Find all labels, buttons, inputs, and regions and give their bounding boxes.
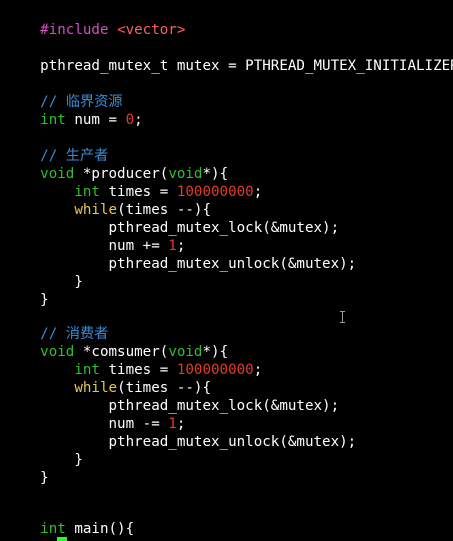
code-text: ; — [134, 112, 143, 128]
vim-editor-window[interactable]: #include <vector> pthread_mutex_t mutex … — [0, 0, 453, 541]
code-line-consumer-lock[interactable]: pthread_mutex_lock(&mutex); — [6, 379, 340, 414]
code-line-include[interactable]: #include <vector> — [6, 3, 185, 38]
code-text: pthread_mutex_unlock(&mutex); — [40, 434, 357, 450]
code-line-producer-while-close[interactable]: } — [6, 255, 83, 290]
code-line-comment-producer[interactable]: // 生产者 — [6, 129, 108, 164]
code-line-num-decl[interactable]: int num = 0; — [6, 93, 143, 128]
code-line-main-signature[interactable]: int main(){ — [6, 502, 134, 537]
code-line-comment-critical[interactable]: // 临界资源 — [6, 75, 122, 110]
code-line-consumer-unlock[interactable]: pthread_mutex_unlock(&mutex); — [6, 415, 357, 450]
code-line-producer-increment[interactable]: num += 1; — [6, 219, 186, 254]
number-literal: 0 — [125, 112, 135, 128]
code-text: num = — [65, 112, 126, 128]
code-text: main(){ — [65, 521, 135, 537]
code-text: ; — [253, 362, 263, 378]
code-line-producer-unlock[interactable]: pthread_mutex_unlock(&mutex); — [6, 237, 357, 272]
code-text: } — [40, 292, 49, 308]
code-line-producer-signature[interactable]: void *producer(void*){ — [6, 147, 228, 182]
code-text: } — [40, 470, 49, 486]
code-line-comment-consumer[interactable]: // 消费者 — [6, 307, 108, 342]
code-line-mutex-decl[interactable]: pthread_mutex_t mutex = PTHREAD_MUTEX_IN… — [6, 39, 453, 74]
code-line-producer-while[interactable]: while(times --){ — [6, 183, 211, 218]
code-line-producer-close[interactable]: } — [6, 273, 49, 308]
code-line-producer-times[interactable]: int times = 100000000; — [6, 165, 262, 200]
code-text: pthread_mutex_unlock(&mutex); — [40, 256, 357, 272]
type-keyword: int — [40, 112, 66, 128]
code-text: ; — [253, 184, 263, 200]
code-line-consumer-signature[interactable]: void *comsumer(void*){ — [6, 325, 228, 360]
include-header: <vector> — [117, 22, 186, 38]
code-line-consumer-decrement[interactable]: num -= 1; — [6, 397, 186, 432]
block-cursor — [57, 537, 68, 541]
vim-command-line[interactable]: :w — [6, 519, 68, 541]
preproc-directive: #include — [40, 22, 109, 38]
code-line-consumer-times[interactable]: int times = 100000000; — [6, 343, 262, 378]
code-line-consumer-while-close[interactable]: } — [6, 433, 83, 468]
text-cursor-icon — [340, 311, 346, 323]
code-line-producer-lock[interactable]: pthread_mutex_lock(&mutex); — [6, 201, 340, 236]
code-line-consumer-close[interactable]: } — [6, 451, 49, 486]
code-line-consumer-while[interactable]: while(times --){ — [6, 361, 211, 396]
code-text: pthread_mutex_t mutex = PTHREAD_MUTEX_IN… — [40, 58, 453, 74]
